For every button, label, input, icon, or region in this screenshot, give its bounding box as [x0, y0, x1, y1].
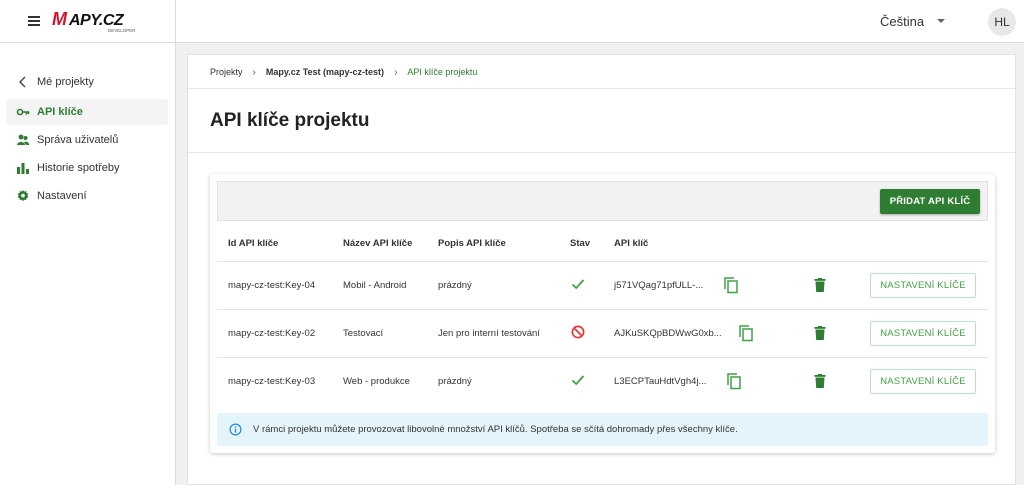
svg-text:DEVELOPER: DEVELOPER [108, 28, 136, 33]
cell-api-key: L3ECPTauHdtVgh4j... [614, 376, 707, 387]
blocked-icon [571, 325, 585, 339]
svg-text:M: M [52, 9, 68, 29]
sidebar-item-settings[interactable]: Nastavení [6, 183, 168, 209]
api-keys-card: PŘIDAT API KLÍČ Id API klíče Název API k… [210, 174, 995, 453]
sidebar-item-api-keys[interactable]: API klíče [6, 99, 168, 125]
table-toolbar: PŘIDAT API KLÍČ [217, 181, 988, 221]
breadcrumb: Projekty › Mapy.cz Test (mapy-cz-test) › API… [210, 67, 477, 78]
trash-icon[interactable] [814, 278, 826, 292]
sidebar: Mé projekty API klíče Správa uživatelů H… [0, 43, 176, 485]
breadcrumb-project[interactable]: Mapy.cz Test (mapy-cz-test) [266, 67, 384, 77]
sidebar-item-label: Historie spotřeby [37, 162, 120, 174]
chevron-left-icon [19, 76, 26, 88]
info-icon [229, 423, 242, 436]
table-row: mapy-cz-test:Key-02 Testovací Jen pro in… [217, 309, 988, 357]
sidebar-item-users[interactable]: Správa uživatelů [6, 127, 168, 153]
column-header-description: Popis API klíče [438, 238, 506, 249]
copy-icon[interactable] [726, 372, 742, 390]
check-icon [571, 279, 585, 290]
check-icon [571, 375, 585, 386]
cell-api-key: AJKuSKQpBDWwG0xb... [614, 328, 722, 339]
divider [188, 88, 1015, 89]
bar-chart-icon [17, 163, 29, 174]
column-header-api-key: API klíč [614, 238, 649, 249]
sidebar-back-label: Mé projekty [37, 76, 94, 88]
cell-key-id: mapy-cz-test:Key-02 [228, 328, 316, 339]
info-banner: V rámci projektu můžete provozovat libov… [217, 413, 988, 446]
gear-icon [17, 190, 29, 202]
column-header-id: Id API klíče [228, 238, 279, 249]
cell-key-name: Web - produkce [343, 376, 410, 387]
trash-icon[interactable] [814, 374, 826, 388]
cell-key-description: Jen pro interní testování [438, 328, 540, 339]
table-row: mapy-cz-test:Key-04 Mobil - Android práz… [217, 261, 988, 309]
cell-api-key: j571VQag71pfULL-... [614, 280, 704, 291]
brand-area: M APY.CZ DEVELOPER [0, 0, 176, 43]
key-settings-button[interactable]: NASTAVENÍ KLÍČE [870, 369, 976, 394]
key-settings-button[interactable]: NASTAVENÍ KLÍČE [870, 273, 976, 298]
svg-text:APY.CZ: APY.CZ [68, 12, 125, 29]
sidebar-item-label: Správa uživatelů [37, 134, 119, 146]
trash-icon[interactable] [814, 326, 826, 340]
cell-key-name: Testovací [343, 328, 384, 339]
sidebar-back-my-projects[interactable]: Mé projekty [0, 71, 176, 93]
cell-key-id: mapy-cz-test:Key-04 [228, 280, 316, 291]
chevron-right-icon: › [394, 67, 398, 78]
top-bar: M APY.CZ DEVELOPER Čeština HL [0, 0, 1024, 43]
column-header-name: Název API klíče [343, 238, 413, 249]
cell-key-description: prázdný [438, 376, 472, 387]
info-text: V rámci projektu můžete provozovat libov… [253, 424, 738, 435]
page-title: API klíče projektu [210, 110, 370, 131]
table-row: mapy-cz-test:Key-03 Web - produkce prázd… [217, 357, 988, 405]
sidebar-item-usage-history[interactable]: Historie spotřeby [6, 155, 168, 181]
cell-key-id: mapy-cz-test:Key-03 [228, 376, 316, 387]
main-panel: Projekty › Mapy.cz Test (mapy-cz-test) › API… [187, 54, 1016, 485]
breadcrumb-current: API klíče projektu [407, 67, 478, 77]
chevron-down-icon[interactable] [937, 19, 945, 23]
add-api-key-button[interactable]: PŘIDAT API KLÍČ [880, 189, 980, 214]
key-icon [16, 108, 30, 116]
sidebar-item-label: Nastavení [37, 190, 87, 202]
cell-key-name: Mobil - Android [343, 280, 407, 291]
user-avatar[interactable]: HL [988, 8, 1016, 36]
column-header-status: Stav [570, 238, 591, 249]
chevron-right-icon: › [252, 67, 256, 78]
copy-icon[interactable] [738, 324, 754, 342]
breadcrumb-projects[interactable]: Projekty [210, 67, 243, 77]
hamburger-icon[interactable] [28, 16, 40, 26]
users-icon [17, 134, 29, 145]
language-select[interactable]: Čeština [880, 14, 924, 29]
cell-key-description: prázdný [438, 280, 472, 291]
key-settings-button[interactable]: NASTAVENÍ KLÍČE [870, 321, 976, 346]
copy-icon[interactable] [723, 276, 739, 294]
mapy-cz-logo[interactable]: M APY.CZ DEVELOPER [52, 8, 138, 34]
sidebar-item-label: API klíče [37, 106, 83, 118]
divider [188, 152, 1015, 153]
